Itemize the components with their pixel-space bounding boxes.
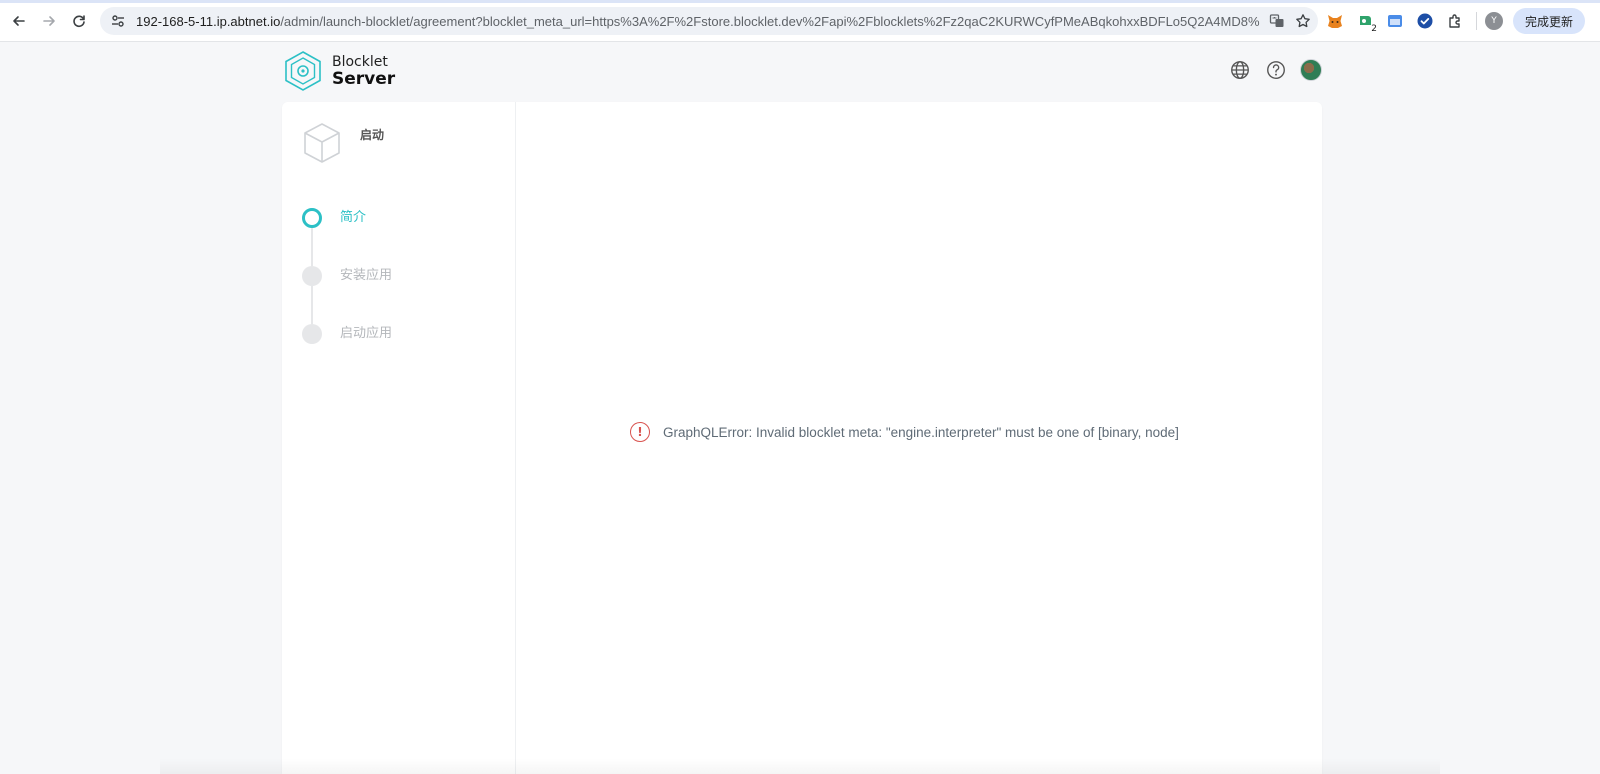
back-button[interactable] <box>8 10 30 32</box>
step-label: 简介 <box>340 210 367 225</box>
step-install-app[interactable]: 安装应用 <box>302 266 392 324</box>
url-host: 192-168-5-11.ip.abtnet.io <box>136 13 281 29</box>
wallet-extension-icon[interactable]: 2 <box>1356 12 1377 34</box>
step-label: 启动应用 <box>340 326 393 341</box>
header-actions <box>1216 58 1322 82</box>
step-launch-app[interactable]: 启动应用 <box>302 324 392 382</box>
step-label: 安装应用 <box>340 268 393 283</box>
launch-card: 启动 简介 安装应用 启动应用 ! GraphQLError: Invalid … <box>282 102 1322 774</box>
extensions-area: 2 Y 完成更新 <box>1326 8 1586 34</box>
wallet-badge: 2 <box>1371 24 1377 34</box>
cube-icon <box>304 123 340 163</box>
arrow-left-icon <box>13 15 25 26</box>
url-path: /admin/launch-blocklet/agreement?blockle… <box>280 13 1260 29</box>
step-connector <box>311 228 313 266</box>
forward-button[interactable] <box>38 10 60 32</box>
reload-button[interactable] <box>68 10 90 32</box>
hexagon-logo-icon <box>285 51 321 91</box>
error-exclamation-icon: ! <box>630 422 650 442</box>
check-extension-icon[interactable] <box>1416 12 1434 30</box>
globe-icon[interactable] <box>1228 58 1252 82</box>
reload-icon <box>73 14 85 27</box>
address-bar[interactable]: 192-168-5-11.ip.abtnet.io/admin/launch-b… <box>100 7 1318 35</box>
blocklet-server-logo[interactable]: Blocklet Server <box>282 50 395 92</box>
app-header: Blocklet Server <box>282 48 1322 96</box>
browser-toolbar: 192-168-5-11.ip.abtnet.io/admin/launch-b… <box>0 0 1600 42</box>
launch-stepper: 简介 安装应用 启动应用 <box>302 208 392 382</box>
help-icon[interactable] <box>1264 58 1288 82</box>
blocklet-header: 启动 <box>302 122 384 164</box>
blocklet-name: 启动 <box>360 128 385 142</box>
step-indicator <box>302 324 322 344</box>
user-avatar[interactable] <box>1300 59 1322 81</box>
window-extension-icon[interactable] <box>1386 12 1404 30</box>
error-message: GraphQLError: Invalid blocklet meta: "en… <box>663 424 1179 440</box>
step-intro[interactable]: 简介 <box>302 208 392 266</box>
step-indicator <box>302 208 322 228</box>
url-text[interactable]: 192-168-5-11.ip.abtnet.io/admin/launch-b… <box>136 14 1260 29</box>
logo-line-server: Server <box>332 68 396 89</box>
profile-avatar[interactable]: Y <box>1485 12 1503 30</box>
launch-sidebar: 启动 简介 安装应用 启动应用 <box>282 102 516 774</box>
page-bottom-shadow <box>160 758 1440 774</box>
error-alert: ! GraphQLError: Invalid blocklet meta: "… <box>630 422 1179 442</box>
browser-accent-strip <box>0 0 1600 3</box>
bookmark-star-icon[interactable] <box>1294 12 1312 30</box>
logo-wordmark: Blocklet Server <box>332 55 395 88</box>
arrow-right-icon <box>43 15 55 26</box>
logo-line-blocklet: Blocklet <box>332 53 388 70</box>
fox-extension-icon[interactable] <box>1326 12 1344 30</box>
site-settings-icon[interactable] <box>110 13 126 29</box>
step-connector <box>311 286 313 324</box>
puzzle-extension-icon[interactable] <box>1446 12 1464 30</box>
toolbar-divider <box>1476 12 1477 30</box>
translate-icon[interactable] <box>1268 12 1286 30</box>
update-button[interactable]: 完成更新 <box>1513 8 1586 34</box>
launch-content: ! GraphQLError: Invalid blocklet meta: "… <box>516 102 1322 774</box>
step-indicator <box>302 266 322 286</box>
